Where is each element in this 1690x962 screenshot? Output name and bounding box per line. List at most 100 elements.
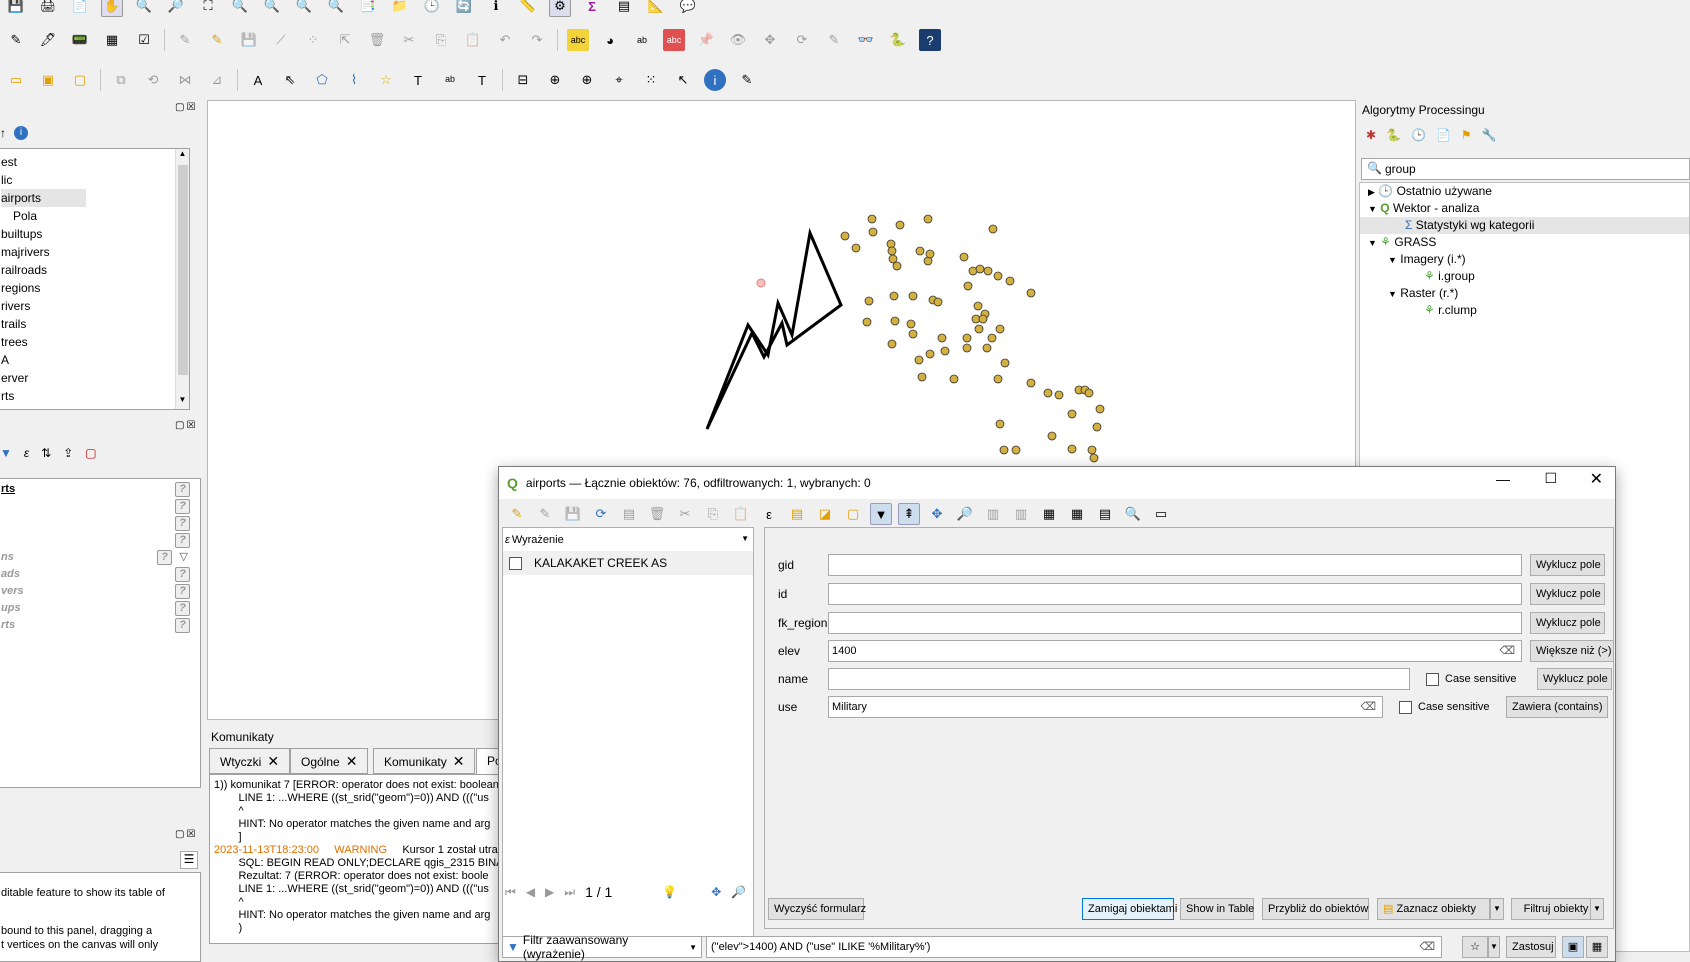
clear-form-button[interactable]: Wyczyść formularz: [768, 898, 866, 920]
layer-item[interactable]: trees: [1, 333, 176, 351]
tree-recent[interactable]: ▶ 🕒 Ostatnio używane: [1360, 183, 1689, 200]
elev-input[interactable]: 1400 ⌫: [828, 640, 1522, 662]
layer-item[interactable]: railroads: [1, 261, 176, 279]
change-label-icon[interactable]: ✎: [823, 29, 845, 51]
query-row[interactable]: rts?: [1, 617, 196, 634]
airport-point[interactable]: [862, 317, 872, 327]
airport-point[interactable]: [887, 339, 897, 349]
tab-messages[interactable]: Komunikaty ✕: [373, 748, 476, 774]
save-expression-star-icon[interactable]: ☆: [1462, 936, 1488, 958]
zoom-out-icon[interactable]: 🔎: [165, 0, 187, 17]
pan-icon[interactable]: ✋: [101, 0, 123, 17]
layer-item[interactable]: Pola: [1, 207, 176, 225]
form-view-icon[interactable]: ▣: [1562, 936, 1584, 958]
airport-point[interactable]: [975, 264, 985, 274]
name-input[interactable]: [828, 668, 1410, 690]
expression-dropdown-icon[interactable]: ▼: [741, 534, 749, 543]
airport-point[interactable]: [1067, 409, 1077, 419]
coordinate-icon[interactable]: ⌖: [608, 69, 630, 91]
help-icon[interactable]: ?: [157, 550, 172, 565]
clear-expression-icon[interactable]: ⌫: [1419, 937, 1435, 957]
zoom-last-icon[interactable]: 🔍: [325, 0, 347, 17]
select-by-location-icon[interactable]: ▢: [69, 69, 91, 91]
stats-icon[interactable]: ▤: [613, 0, 635, 17]
airport-point[interactable]: [999, 445, 1009, 455]
layers-toolbar-arrow-icon[interactable]: ↑: [0, 126, 6, 140]
clear-use-icon[interactable]: ⌫: [1360, 697, 1376, 717]
info-icon[interactable]: i: [704, 69, 726, 91]
name-case-checkbox[interactable]: [1426, 672, 1439, 686]
airport-point[interactable]: [925, 249, 935, 259]
feature-row[interactable]: KALAKAKET CREEK AS: [503, 551, 753, 575]
delete-icon[interactable]: 🗑: [366, 29, 388, 51]
new-bookmark-icon[interactable]: 📑: [357, 0, 379, 17]
menu-icon[interactable]: ☰: [180, 851, 198, 869]
airport-point[interactable]: [908, 329, 918, 339]
gid-exclude-button[interactable]: Wyklucz pole: [1530, 554, 1605, 576]
bottom-float-buttons[interactable]: ▢☒: [175, 829, 197, 840]
airport-point[interactable]: [949, 374, 959, 384]
text-box-icon[interactable]: T: [471, 69, 493, 91]
new-field-icon[interactable]: ▥: [982, 503, 1004, 525]
layer-item[interactable]: regions: [1, 279, 176, 297]
airport-point[interactable]: [978, 314, 988, 324]
close-icon[interactable]: ✕: [267, 753, 279, 769]
expression-icon[interactable]: ε: [24, 446, 29, 460]
save-edits-icon[interactable]: 💾: [238, 29, 260, 51]
airport-point[interactable]: [1000, 358, 1010, 368]
save-dialog-icon[interactable]: 💾: [562, 503, 584, 525]
airport-point[interactable]: [914, 355, 924, 365]
show-in-table-button[interactable]: Show in Table: [1180, 898, 1254, 920]
simplify-icon[interactable]: ⋈: [174, 69, 196, 91]
refresh-icon[interactable]: 🔄: [453, 0, 475, 17]
select-features-dropdown[interactable]: ▼: [1490, 898, 1504, 920]
tree-stats[interactable]: Σ Statystyki wg kategorii: [1360, 217, 1689, 234]
airport-point[interactable]: [933, 297, 943, 307]
processing-toolbox-icon[interactable]: ⚙: [549, 0, 571, 17]
layer-item[interactable]: majrivers: [1, 243, 176, 261]
copy-row-icon[interactable]: ⎘: [702, 503, 724, 525]
history-icon[interactable]: 🕒: [1411, 128, 1426, 142]
flash-features-button[interactable]: Zamigaj obiektami: [1082, 898, 1177, 920]
airport-point[interactable]: [923, 214, 933, 224]
expression-header[interactable]: ε Wyrażenie: [505, 530, 564, 550]
text-point-icon[interactable]: T: [407, 69, 429, 91]
sum-icon[interactable]: Σ: [581, 0, 603, 17]
rotate-label-icon[interactable]: ⟳: [791, 29, 813, 51]
filter-features-dropdown[interactable]: ▼: [1590, 898, 1604, 920]
airport-point[interactable]: [982, 343, 992, 353]
query-row[interactable]: ?: [1, 498, 196, 515]
layers-scrollbar[interactable]: ▲ ▼: [175, 149, 189, 409]
zoom-to-selected-icon[interactable]: 🔎: [954, 503, 976, 525]
help-icon[interactable]: ?: [175, 482, 190, 497]
airport-point[interactable]: [1084, 388, 1094, 398]
label-toolbar-icon[interactable]: ab: [631, 29, 653, 51]
query-row[interactable]: ?: [1, 515, 196, 532]
toggle-edit-icon[interactable]: ✎: [506, 503, 528, 525]
airport-point[interactable]: [925, 349, 935, 359]
tips-icon[interactable]: 💬: [677, 0, 699, 17]
gid-input[interactable]: [828, 554, 1522, 576]
airport-point[interactable]: [940, 346, 950, 356]
layout-icon[interactable]: 📄: [69, 0, 91, 17]
help-icon[interactable]: ?: [175, 618, 190, 633]
layer-item[interactable]: builtups: [1, 225, 176, 243]
deselect-all-icon[interactable]: ▢: [842, 503, 864, 525]
airport-point[interactable]: [963, 281, 973, 291]
pan-to-selected-icon[interactable]: ✥: [926, 503, 948, 525]
highlight-icon[interactable]: 💡: [662, 885, 677, 899]
filter-mode-select[interactable]: ▼ Filtr zaawansowany (wyrażenie) ▼: [502, 933, 702, 961]
save-icon[interactable]: 💾: [5, 0, 27, 17]
layers-float-buttons[interactable]: ▢☒: [175, 102, 197, 113]
dock-icon[interactable]: 🔍: [1122, 503, 1144, 525]
tree-rclump[interactable]: ⚘ r.clump: [1360, 302, 1689, 319]
points-icon[interactable]: ⁙: [640, 69, 662, 91]
models-icon[interactable]: ✱: [1366, 128, 1376, 142]
zoom-native-icon[interactable]: 🔍: [293, 0, 315, 17]
layers-info-icon[interactable]: i: [14, 126, 28, 140]
layer-item[interactable]: trails: [1, 315, 176, 333]
use-case-checkbox[interactable]: [1399, 700, 1412, 714]
zoom-selection-icon[interactable]: 🔍: [261, 0, 283, 17]
airport-point[interactable]: [993, 271, 1003, 281]
query-row[interactable]: ?: [1, 532, 196, 549]
